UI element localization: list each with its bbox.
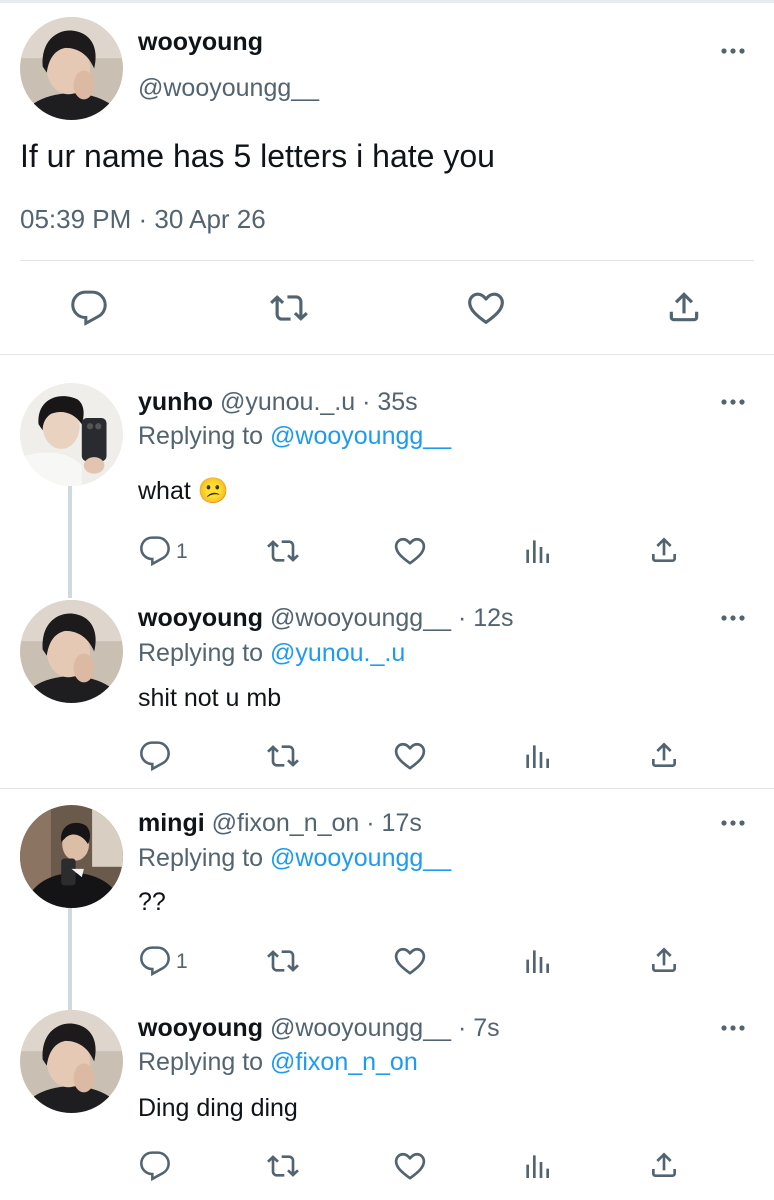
avatar[interactable] xyxy=(20,383,123,486)
avatar[interactable] xyxy=(20,805,123,908)
more-icon[interactable] xyxy=(720,613,746,623)
reply-handle-time[interactable]: @wooyoungg__ · 12s xyxy=(270,604,514,632)
replying-to: Replying to @wooyoungg__ xyxy=(138,844,451,873)
share-icon[interactable] xyxy=(665,288,703,326)
reply-icon[interactable] xyxy=(139,945,171,977)
avatar[interactable] xyxy=(20,17,123,120)
reply-header[interactable]: mingi @fixon_n_on · 17s xyxy=(138,809,422,838)
divider xyxy=(0,788,774,789)
more-icon[interactable] xyxy=(720,397,746,407)
reply-author-name[interactable]: yunho xyxy=(138,388,213,416)
more-icon[interactable] xyxy=(720,46,746,56)
reply-icon[interactable] xyxy=(139,1150,171,1182)
replying-label: Replying to xyxy=(138,639,264,667)
reply-count: 1 xyxy=(176,950,188,973)
reply-text: ?? xyxy=(138,888,166,916)
share-icon[interactable] xyxy=(648,944,680,976)
reply-author-name[interactable]: wooyoung xyxy=(138,1014,263,1042)
like-icon[interactable] xyxy=(393,1149,427,1183)
author-name[interactable]: wooyoung xyxy=(138,28,263,57)
tweet-timestamp[interactable]: 05:39 PM · 30 Apr 26 xyxy=(20,204,266,235)
retweet-icon[interactable] xyxy=(269,289,309,327)
replying-to-link[interactable]: @wooyoungg__ xyxy=(270,422,451,450)
replying-to: Replying to @yunou._.u xyxy=(138,639,405,668)
reply-handle-time[interactable]: @wooyoungg__ · 7s xyxy=(270,1014,500,1042)
reply-text: shit not u mb xyxy=(138,684,282,712)
divider xyxy=(0,354,774,355)
like-icon[interactable] xyxy=(393,944,427,978)
more-icon[interactable] xyxy=(720,818,746,828)
reply-icon[interactable] xyxy=(139,740,171,772)
reply-header[interactable]: wooyoung @wooyoungg__ · 7s xyxy=(138,1014,500,1043)
share-icon[interactable] xyxy=(648,739,680,771)
replying-to: Replying to @wooyoungg__ xyxy=(138,422,451,451)
share-icon[interactable] xyxy=(648,534,680,566)
retweet-icon[interactable] xyxy=(266,740,300,772)
tweet-text: If ur name has 5 letters i hate you xyxy=(20,138,495,174)
author-handle[interactable]: @wooyoungg__ xyxy=(138,74,319,103)
confused-emoji-icon: 😕 xyxy=(197,477,229,505)
views-icon[interactable] xyxy=(521,1150,553,1182)
views-icon[interactable] xyxy=(521,535,553,567)
replying-to-link[interactable]: @fixon_n_on xyxy=(270,1048,418,1076)
divider xyxy=(20,260,754,261)
thread-line xyxy=(68,906,72,1010)
reply-handle-time[interactable]: @yunou._.u · 35s xyxy=(220,388,418,416)
share-icon[interactable] xyxy=(648,1149,680,1181)
retweet-icon[interactable] xyxy=(266,1150,300,1182)
replying-to: Replying to @fixon_n_on xyxy=(138,1048,418,1077)
reply-author-name[interactable]: wooyoung xyxy=(138,604,263,632)
replying-to-link[interactable]: @wooyoungg__ xyxy=(270,844,451,872)
like-icon[interactable] xyxy=(393,534,427,568)
reply-count: 1 xyxy=(176,540,188,563)
reply-icon[interactable] xyxy=(139,535,171,567)
replying-label: Replying to xyxy=(138,1048,264,1076)
avatar[interactable] xyxy=(20,600,123,703)
reply-text: Ding ding ding xyxy=(138,1094,298,1122)
avatar[interactable] xyxy=(20,1010,123,1113)
reply-text-body: what xyxy=(138,477,191,505)
retweet-icon[interactable] xyxy=(266,945,300,977)
reply-text: what 😕 xyxy=(138,477,229,506)
like-icon[interactable] xyxy=(466,288,506,328)
reply-header[interactable]: yunho @yunou._.u · 35s xyxy=(138,388,418,417)
views-icon[interactable] xyxy=(521,945,553,977)
more-icon[interactable] xyxy=(720,1023,746,1033)
like-icon[interactable] xyxy=(393,739,427,773)
reply-icon[interactable] xyxy=(70,289,108,327)
replying-label: Replying to xyxy=(138,422,264,450)
replying-label: Replying to xyxy=(138,844,264,872)
reply-header[interactable]: wooyoung @wooyoungg__ · 12s xyxy=(138,604,514,633)
views-icon[interactable] xyxy=(521,740,553,772)
reply-author-name[interactable]: mingi xyxy=(138,809,205,837)
retweet-icon[interactable] xyxy=(266,535,300,567)
replying-to-link[interactable]: @yunou._.u xyxy=(270,639,405,667)
reply-handle-time[interactable]: @fixon_n_on · 17s xyxy=(212,809,422,837)
top-edge xyxy=(0,0,774,3)
thread-line xyxy=(68,486,72,598)
